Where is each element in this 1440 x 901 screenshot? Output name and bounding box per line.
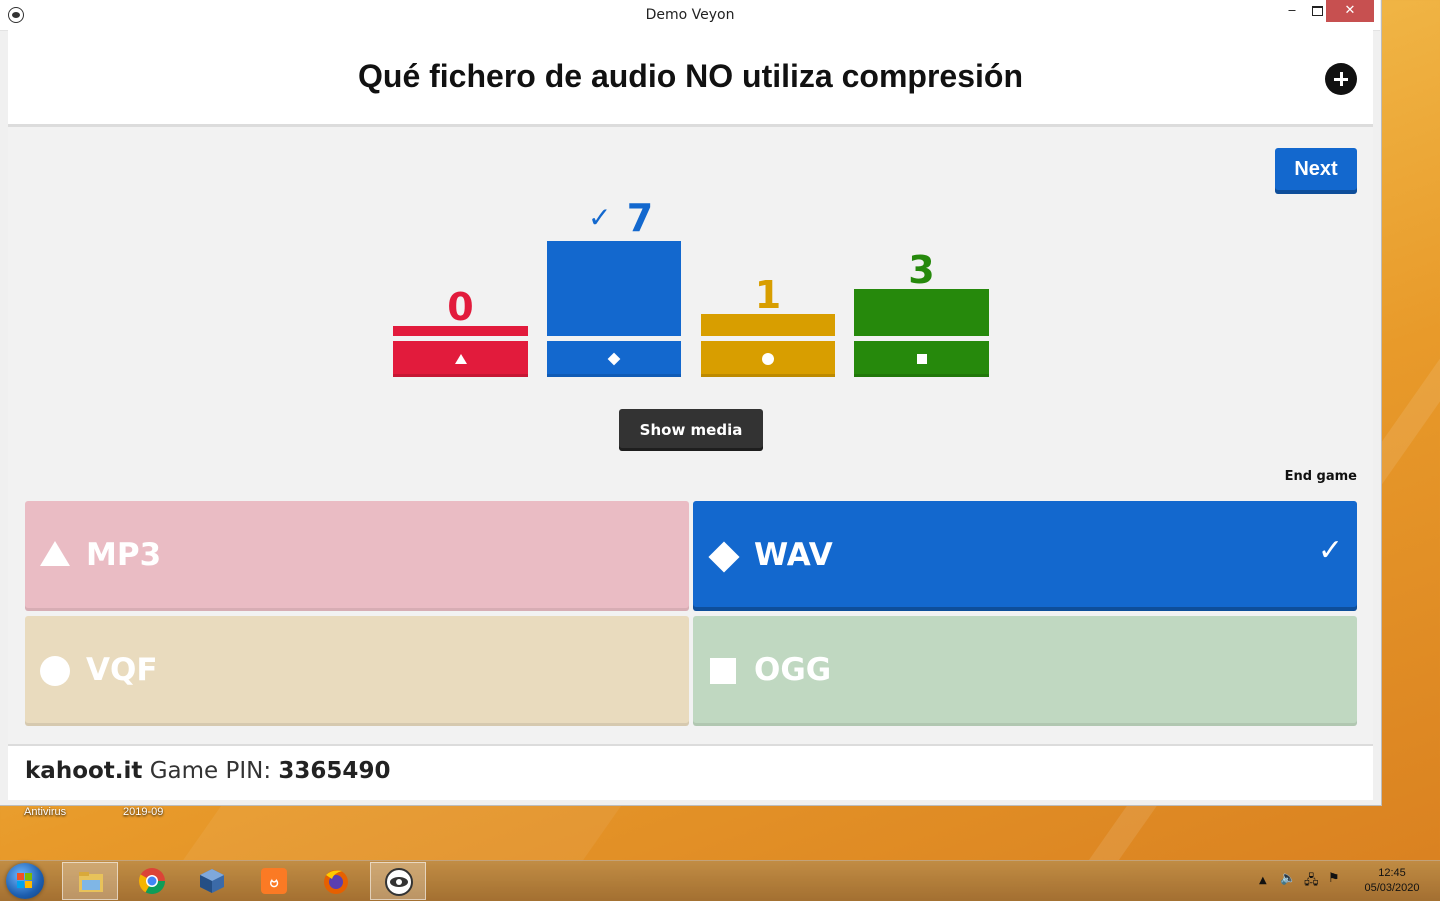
network-icon[interactable]: 🖧 — [1304, 871, 1319, 893]
circle-icon — [40, 656, 70, 686]
count-circle: 1 — [754, 273, 782, 317]
tray-overflow-icon[interactable]: ▲ — [1259, 875, 1267, 886]
answer-label: VQF — [86, 652, 158, 688]
base-diamond — [547, 341, 681, 377]
kahoot-brand: kahoot.it — [25, 758, 143, 784]
show-media-button[interactable]: Show media — [619, 409, 763, 451]
taskbar-virtualbox[interactable] — [184, 862, 240, 900]
close-button[interactable]: ✕ — [1326, 0, 1374, 22]
action-center-icon[interactable]: ⚑ — [1328, 871, 1340, 886]
base-triangle — [393, 341, 528, 377]
answer-mp3[interactable]: MP3 — [25, 501, 689, 611]
circle-icon — [762, 353, 774, 365]
correct-check-icon: ✓ — [1317, 533, 1343, 568]
bar-diamond — [547, 241, 681, 336]
taskbar-file-explorer[interactable] — [62, 862, 118, 900]
answer-ogg[interactable]: OGG — [693, 616, 1357, 726]
clock-date: 05/03/2020 — [1364, 882, 1420, 894]
chrome-icon — [138, 868, 166, 895]
answer-label: MP3 — [86, 537, 162, 573]
speaker-muted-icon[interactable]: 🔈 — [1280, 871, 1296, 886]
count-triangle: 0 — [447, 285, 474, 329]
pin-label: Game PIN: — [149, 758, 272, 784]
taskbar-veyon[interactable] — [370, 862, 426, 900]
desktop-icon-label[interactable]: 2019-09 — [123, 806, 163, 818]
diamond-icon — [607, 352, 621, 366]
taskbar-chrome[interactable] — [124, 862, 180, 900]
taskbar: ဗ ▲ 🔈 🖧 ⚑ 12:45 05/03/2020 — [0, 860, 1440, 901]
windows-logo-icon — [17, 873, 33, 889]
correct-check-icon: ✓ — [588, 201, 612, 234]
results-chart: 0 ✓ 7 1 3 — [8, 30, 1373, 390]
count-square: 3 — [908, 248, 935, 292]
game-pin: 3365490 — [278, 758, 391, 784]
square-icon — [916, 354, 927, 364]
diamond-icon — [708, 541, 740, 573]
clock-time: 12:45 — [1378, 867, 1406, 879]
bar-square — [854, 289, 989, 336]
file-explorer-icon — [79, 872, 103, 892]
game-footer: kahoot.it Game PIN: 3365490 — [8, 744, 1373, 800]
desktop-icon-label[interactable]: Antivirus — [24, 806, 66, 818]
answer-wav[interactable]: WAV ✓ — [693, 501, 1357, 611]
answer-vqf[interactable]: VQF — [25, 616, 689, 726]
square-icon — [708, 656, 736, 684]
minimize-button[interactable]: ‒ — [1278, 0, 1306, 22]
firefox-icon — [324, 870, 348, 894]
triangle-icon — [454, 354, 467, 364]
taskbar-xampp[interactable]: ဗ — [246, 862, 302, 900]
window-title: Demo Veyon — [645, 7, 735, 23]
triangle-icon — [40, 541, 70, 566]
wallpaper-streak — [178, 806, 622, 866]
bar-circle — [701, 314, 835, 336]
xampp-icon: ဗ — [261, 868, 287, 894]
bar-triangle — [393, 326, 528, 336]
count-diamond: 7 — [626, 196, 654, 240]
kahoot-screen: Qué fichero de audio NO utiliza compresi… — [8, 30, 1373, 800]
start-button[interactable] — [6, 863, 44, 899]
answer-label: OGG — [754, 652, 832, 688]
base-square — [854, 341, 989, 377]
title-bar[interactable]: Demo Veyon ‒ ✕ — [0, 0, 1380, 31]
base-circle — [701, 341, 835, 377]
veyon-icon — [385, 868, 413, 896]
app-window: Demo Veyon ‒ ✕ Qué fichero de audio NO u… — [0, 0, 1382, 806]
footer-text: kahoot.it Game PIN: 3365490 — [25, 758, 390, 784]
taskbar-firefox[interactable] — [308, 862, 364, 900]
system-clock[interactable]: 12:45 05/03/2020 — [1350, 866, 1434, 896]
svg-text:ဗ: ဗ — [269, 872, 279, 891]
maximize-icon — [1311, 6, 1323, 16]
end-game-link[interactable]: End game — [1258, 469, 1357, 484]
virtualbox-icon — [200, 869, 224, 893]
answer-label: WAV — [754, 537, 833, 573]
